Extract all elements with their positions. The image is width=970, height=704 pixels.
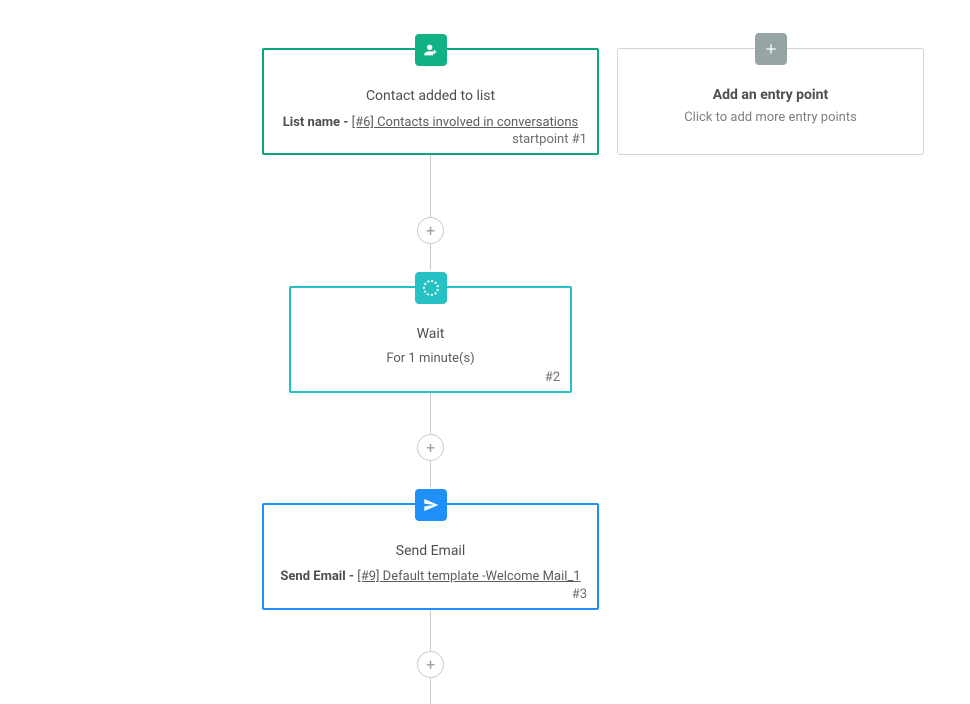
paper-plane-icon xyxy=(415,489,447,521)
connector-line xyxy=(430,393,431,434)
plus-icon xyxy=(755,33,787,65)
node-tag: startpoint #1 xyxy=(512,132,587,147)
node-send-email[interactable]: Send Email Send Email - [#9] Default tem… xyxy=(262,503,599,610)
add-entry-subtitle: Click to add more entry points xyxy=(630,110,911,125)
add-entry-title: Add an entry point xyxy=(630,87,911,103)
node-desc: List name - [#6] Contacts involved in co… xyxy=(276,115,585,130)
wait-icon xyxy=(415,272,447,304)
user-plus-icon xyxy=(415,34,447,66)
node-desc: For 1 minute(s) xyxy=(303,351,558,366)
node-tag: #3 xyxy=(572,587,587,602)
connector-line xyxy=(430,155,431,217)
node-desc: Send Email - [#9] Default template -Welc… xyxy=(276,569,585,584)
connector-line xyxy=(430,678,431,704)
node-tag: #2 xyxy=(545,370,560,385)
add-step-button[interactable]: + xyxy=(417,217,444,244)
node-wait[interactable]: Wait For 1 minute(s) #2 xyxy=(289,286,572,393)
node-title: Send Email xyxy=(276,543,585,559)
add-step-button[interactable]: + xyxy=(417,651,444,678)
connector-line xyxy=(430,610,431,651)
connector-line xyxy=(430,244,431,270)
list-link[interactable]: [#6] Contacts involved in conversations xyxy=(352,115,579,130)
node-entry-contact-added[interactable]: Contact added to list List name - [#6] C… xyxy=(262,48,599,155)
workflow-canvas[interactable]: Contact added to list List name - [#6] C… xyxy=(0,0,970,704)
template-link[interactable]: [#9] Default template -Welcome Mail_1 xyxy=(357,569,580,584)
node-add-entry-point[interactable]: Add an entry point Click to add more ent… xyxy=(617,48,924,155)
plus-icon: + xyxy=(426,223,435,239)
add-step-button[interactable]: + xyxy=(417,434,444,461)
node-title: Contact added to list xyxy=(276,88,585,104)
connector-line xyxy=(430,461,431,487)
node-title: Wait xyxy=(303,326,558,342)
plus-icon: + xyxy=(426,657,435,673)
plus-icon: + xyxy=(426,440,435,456)
